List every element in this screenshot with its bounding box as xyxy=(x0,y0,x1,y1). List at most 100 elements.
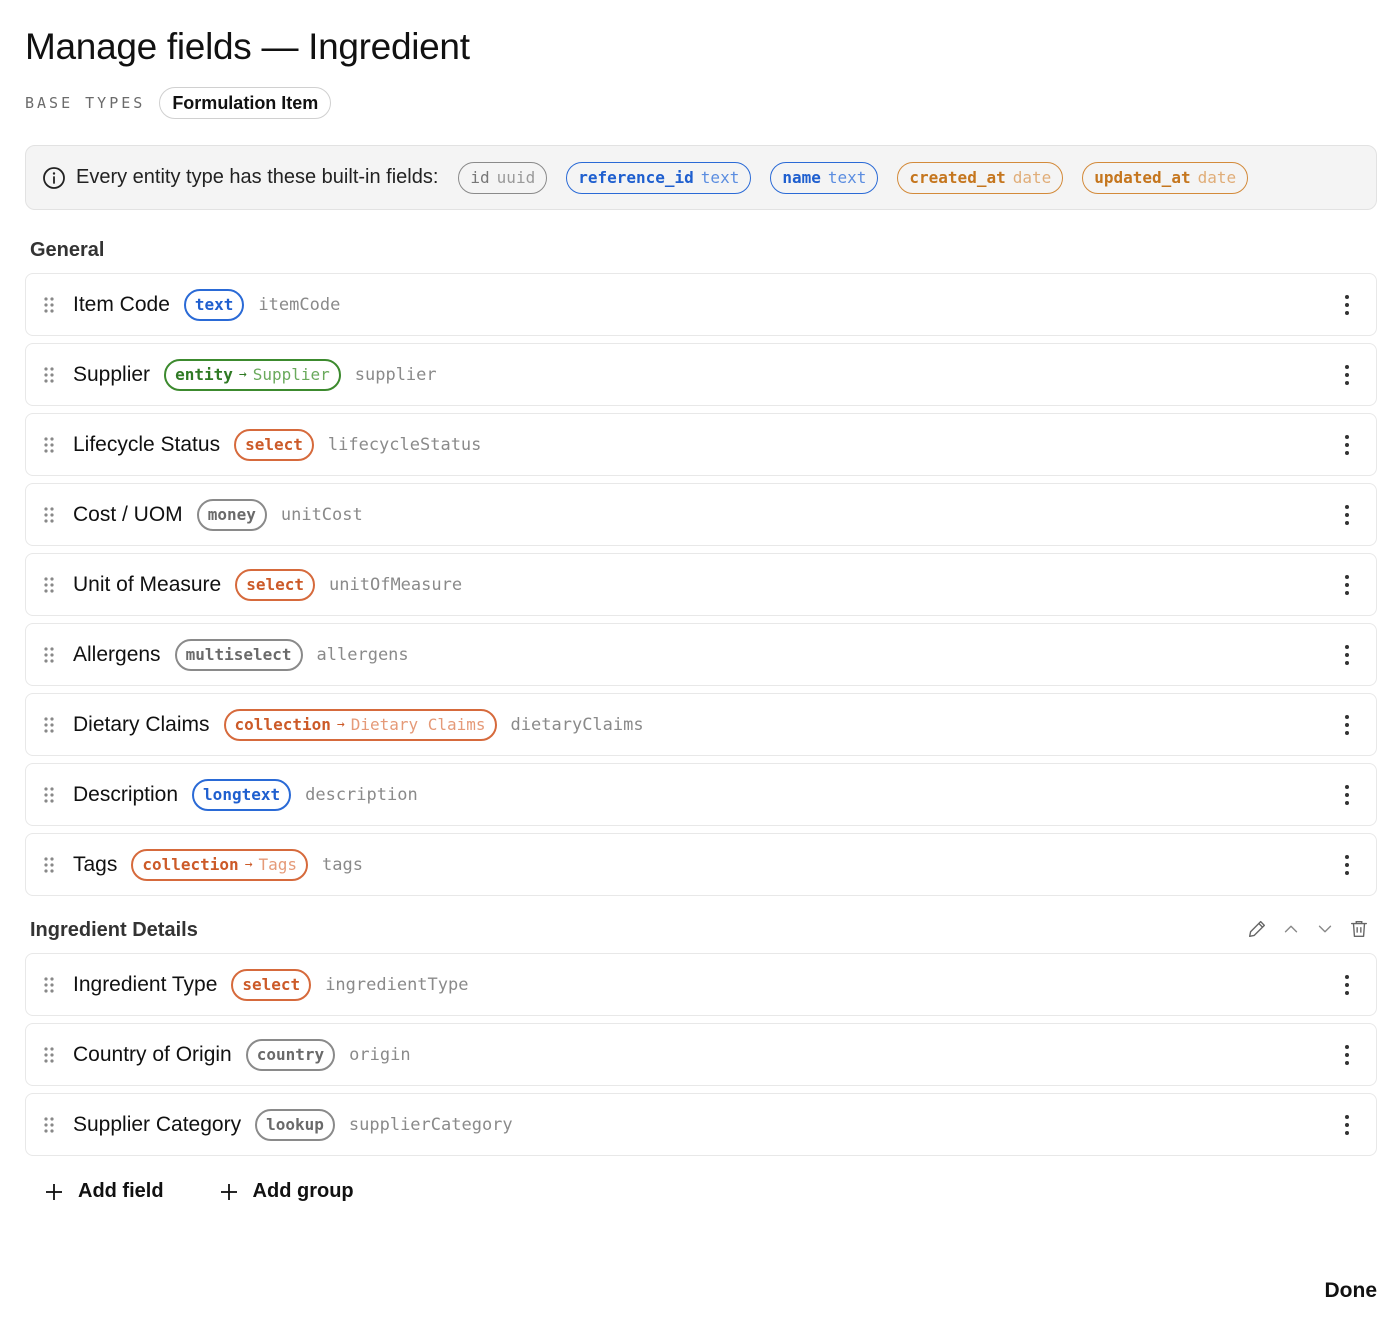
base-types-label: BASE TYPES xyxy=(25,94,146,112)
field-key: unitOfMeasure xyxy=(329,574,463,595)
arrow-icon: → xyxy=(244,857,253,872)
field-label: Tags xyxy=(73,852,118,876)
builtin-fields-text: Every entity type has these built-in fie… xyxy=(76,166,439,188)
field-key: ingredientType xyxy=(325,974,469,995)
field-label: Unit of Measure xyxy=(73,572,222,596)
more-vertical-icon[interactable] xyxy=(1344,854,1350,876)
drag-handle-icon[interactable] xyxy=(43,436,55,454)
add-group-label: Add group xyxy=(252,1180,354,1202)
field-label: Country of Origin xyxy=(73,1042,232,1066)
field-row[interactable]: Ingredient Type select ingredientType xyxy=(25,953,1377,1016)
field-type-pill: multiselect xyxy=(174,638,303,671)
field-type: country xyxy=(256,1045,325,1064)
pencil-icon[interactable] xyxy=(1246,918,1268,940)
field-key: tags xyxy=(322,854,363,875)
drag-handle-icon[interactable] xyxy=(43,976,55,994)
builtin-field-pill: name text xyxy=(770,161,879,194)
field-type: text xyxy=(194,295,234,314)
field-list-ingredient-details: Ingredient Type select ingredientType Count… xyxy=(25,953,1377,1163)
drag-handle-icon[interactable] xyxy=(43,716,55,734)
field-type: multiselect xyxy=(185,645,292,664)
builtin-fields-banner: Every entity type has these built-in fie… xyxy=(25,145,1377,210)
chevron-up-icon[interactable] xyxy=(1280,918,1302,940)
field-key: origin xyxy=(349,1044,411,1065)
group-actions xyxy=(1234,918,1370,940)
field-type: entity xyxy=(175,365,233,384)
field-row[interactable]: Tags collection → Tags tags xyxy=(25,833,1377,896)
builtin-field-key: name xyxy=(782,168,821,187)
field-type: collection xyxy=(142,855,239,874)
drag-handle-icon[interactable] xyxy=(43,506,55,524)
field-type-pill: select xyxy=(234,428,314,461)
field-key: dietaryClaims xyxy=(510,714,644,735)
field-type: collection xyxy=(234,715,331,734)
builtin-field-type: text xyxy=(700,168,740,187)
group-title-ingredient-details: Ingredient Details xyxy=(30,919,198,941)
field-type: select xyxy=(245,435,303,454)
field-row[interactable]: Item Code text itemCode xyxy=(25,273,1377,336)
more-vertical-icon[interactable] xyxy=(1344,364,1350,386)
builtin-field-key: id xyxy=(470,168,490,187)
group-title-general: General xyxy=(30,239,105,261)
chevron-down-icon[interactable] xyxy=(1314,918,1336,940)
field-type-pill: lookup xyxy=(255,1108,335,1141)
add-group-button[interactable]: Add group xyxy=(220,1180,354,1203)
drag-handle-icon[interactable] xyxy=(43,296,55,314)
drag-handle-icon[interactable] xyxy=(43,786,55,804)
field-label: Item Code xyxy=(73,292,170,316)
drag-handle-icon[interactable] xyxy=(43,366,55,384)
more-vertical-icon[interactable] xyxy=(1344,714,1350,736)
field-type-pill: country xyxy=(245,1038,336,1071)
field-label: Allergens xyxy=(73,642,161,666)
field-label: Description xyxy=(73,782,179,806)
field-label: Supplier Category xyxy=(73,1112,242,1136)
field-type-pill: money xyxy=(196,498,267,531)
add-field-button[interactable]: Add field xyxy=(45,1180,164,1203)
field-label: Ingredient Type xyxy=(73,972,218,996)
field-row[interactable]: Lifecycle Status select lifecycleStatus xyxy=(25,413,1377,476)
more-vertical-icon[interactable] xyxy=(1344,1114,1350,1136)
field-type: money xyxy=(207,505,256,524)
drag-handle-icon[interactable] xyxy=(43,856,55,874)
field-row[interactable]: Supplier entity → Supplier supplier xyxy=(25,343,1377,406)
field-key: description xyxy=(305,784,418,805)
more-vertical-icon[interactable] xyxy=(1344,1044,1350,1066)
field-row[interactable]: Cost / UOM money unitCost xyxy=(25,483,1377,546)
field-type: select xyxy=(246,575,305,594)
field-label: Dietary Claims xyxy=(73,712,210,736)
drag-handle-icon[interactable] xyxy=(43,646,55,664)
builtin-field-type: uuid xyxy=(496,168,536,187)
more-vertical-icon[interactable] xyxy=(1344,574,1350,596)
more-vertical-icon[interactable] xyxy=(1344,434,1350,456)
builtin-field-pill: id uuid xyxy=(458,161,548,194)
field-type-target: Tags xyxy=(258,855,298,874)
more-vertical-icon[interactable] xyxy=(1344,644,1350,666)
field-row[interactable]: Country of Origin country origin xyxy=(25,1023,1377,1086)
field-type-target: Supplier xyxy=(252,365,330,384)
field-row[interactable]: Description longtext description xyxy=(25,763,1377,826)
field-key: supplier xyxy=(354,364,437,385)
more-vertical-icon[interactable] xyxy=(1344,784,1350,806)
field-type-pill: collection → Tags xyxy=(131,848,309,881)
field-row[interactable]: Supplier Category lookup supplierCategory xyxy=(25,1093,1377,1156)
more-vertical-icon[interactable] xyxy=(1344,974,1350,996)
drag-handle-icon[interactable] xyxy=(43,576,55,594)
field-type-pill: select xyxy=(231,968,312,1001)
builtin-fields-list: id uuid reference_id text name text created_at… xyxy=(458,161,1267,194)
base-type-pill[interactable]: Formulation Item xyxy=(159,87,332,119)
field-row[interactable]: Unit of Measure select unitOfMeasure xyxy=(25,553,1377,616)
drag-handle-icon[interactable] xyxy=(43,1046,55,1064)
arrow-icon: → xyxy=(238,367,247,382)
builtin-field-key: updated_at xyxy=(1094,168,1191,187)
trash-icon[interactable] xyxy=(1348,918,1370,940)
more-vertical-icon[interactable] xyxy=(1344,294,1350,316)
builtin-field-key: reference_id xyxy=(578,168,694,187)
field-row[interactable]: Dietary Claims collection → Dietary Claims d… xyxy=(25,693,1377,756)
more-vertical-icon[interactable] xyxy=(1344,504,1350,526)
done-button[interactable]: Done xyxy=(1325,1279,1378,1303)
field-row[interactable]: Allergens multiselect allergens xyxy=(25,623,1377,686)
field-key: allergens xyxy=(316,644,409,665)
drag-handle-icon[interactable] xyxy=(43,1116,55,1134)
builtin-field-pill: updated_at date xyxy=(1082,161,1249,194)
builtin-field-pill: reference_id text xyxy=(566,161,752,194)
